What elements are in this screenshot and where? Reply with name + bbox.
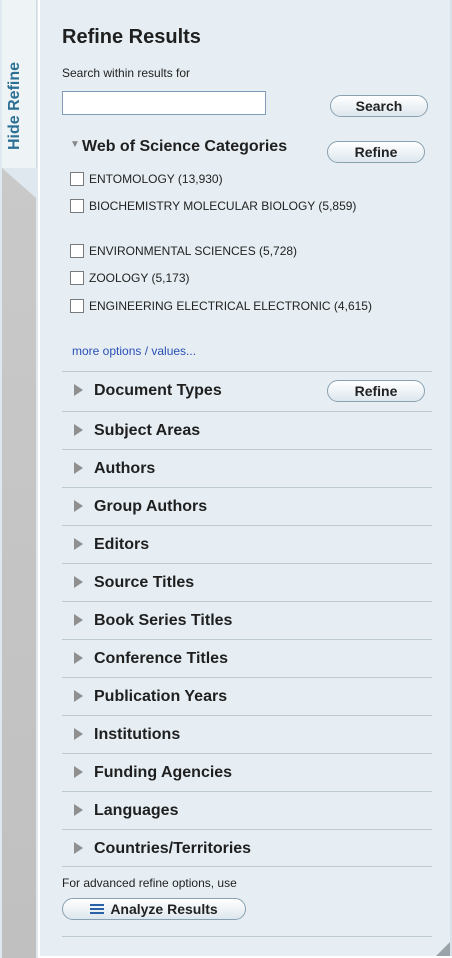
category-item[interactable]: ENTOMOLOGY (13,930): [70, 172, 399, 187]
analyze-results-label: Analyze Results: [110, 901, 218, 917]
document-types-refine-button[interactable]: Refine: [327, 380, 425, 402]
hide-refine-label[interactable]: Hide Refine: [6, 62, 24, 150]
collapsed-triangle-icon: [74, 384, 83, 396]
section-authors[interactable]: Authors: [62, 449, 432, 487]
section-label: Conference Titles: [94, 650, 228, 667]
categories-header[interactable]: Web of Science Categories: [70, 138, 287, 156]
collapsed-triangle-icon: [74, 766, 83, 778]
category-item[interactable]: ZOOLOGY (5,173): [70, 271, 399, 286]
categories-header-label: Web of Science Categories: [82, 138, 288, 155]
section-label: Document Types: [94, 382, 222, 399]
collapsed-triangle-icon: [74, 576, 83, 588]
category-item[interactable]: ENVIRONMENTAL SCIENCES (5,728): [70, 244, 399, 259]
category-item[interactable]: ENGINEERING ELECTRICAL ELECTRONIC (4,615…: [70, 299, 409, 314]
section-funding-agencies[interactable]: Funding Agencies: [62, 753, 432, 791]
section-book-series-titles[interactable]: Book Series Titles: [62, 601, 432, 639]
checkbox[interactable]: [70, 172, 84, 186]
resize-corner-icon[interactable]: [436, 942, 450, 956]
section-label: Publication Years: [94, 688, 228, 705]
category-item-label: ENGINEERING ELECTRICAL ELECTRONIC (4,615…: [89, 299, 372, 313]
hide-refine-tab[interactable]: Hide Refine: [0, 0, 38, 958]
divider: [62, 866, 432, 867]
checkbox[interactable]: [70, 299, 84, 313]
section-languages[interactable]: Languages: [62, 791, 432, 829]
analyze-results-button[interactable]: Analyze Results: [62, 898, 246, 920]
checkbox[interactable]: [70, 244, 84, 258]
category-item-label: ZOOLOGY (5,173): [89, 271, 190, 285]
section-label: Languages: [94, 802, 179, 819]
refine-panel: Refine Results Search within results for…: [40, 0, 452, 956]
section-subject-areas[interactable]: Subject Areas: [62, 411, 432, 449]
section-label: Source Titles: [94, 574, 195, 591]
collapsed-triangle-icon: [74, 614, 83, 626]
section-source-titles[interactable]: Source Titles: [62, 563, 432, 601]
category-item[interactable]: BIOCHEMISTRY MOLECULAR BIOLOGY (5,859): [70, 199, 389, 214]
categories-refine-button[interactable]: Refine: [327, 141, 425, 163]
section-conference-titles[interactable]: Conference Titles: [62, 639, 432, 677]
collapsed-triangle-icon: [74, 728, 83, 740]
section-label: Subject Areas: [94, 422, 201, 439]
collapsed-triangle-icon: [74, 690, 83, 702]
section-label: Institutions: [94, 726, 181, 743]
advanced-refine-text: For advanced refine options, use: [62, 876, 237, 890]
panel-title: Refine Results: [62, 26, 201, 48]
checkbox[interactable]: [70, 199, 84, 213]
collapsed-triangle-icon: [74, 842, 83, 854]
list-icon: [90, 902, 105, 916]
checkbox[interactable]: [70, 271, 84, 285]
collapsed-triangle-icon: [74, 500, 83, 512]
collapsed-triangle-icon: [74, 462, 83, 474]
tab-lower-bg: [2, 168, 36, 958]
category-item-label: ENVIRONMENTAL SCIENCES (5,728): [89, 244, 298, 258]
collapsed-triangle-icon: [74, 652, 83, 664]
category-item-label: BIOCHEMISTRY MOLECULAR BIOLOGY (5,859): [89, 199, 357, 213]
section-label: Countries/Territories: [94, 840, 252, 857]
more-options-link[interactable]: more options / values...: [72, 344, 196, 358]
section-editors[interactable]: Editors: [62, 525, 432, 563]
search-button[interactable]: Search: [330, 95, 428, 117]
collapsed-triangle-icon: [74, 804, 83, 816]
bottom-divider: [62, 936, 432, 937]
section-group-authors[interactable]: Group Authors: [62, 487, 432, 525]
section-label: Group Authors: [94, 498, 208, 515]
section-institutions[interactable]: Institutions: [62, 715, 432, 753]
search-within-input[interactable]: [62, 91, 266, 115]
section-publication-years[interactable]: Publication Years: [62, 677, 432, 715]
section-label: Funding Agencies: [94, 764, 233, 781]
section-countries-territories[interactable]: Countries/Territories: [62, 829, 432, 867]
category-item-label: ENTOMOLOGY (13,930): [89, 172, 223, 186]
section-label: Editors: [94, 536, 150, 553]
collapsed-triangle-icon: [74, 424, 83, 436]
search-within-label: Search within results for: [62, 66, 191, 80]
section-label: Authors: [94, 460, 156, 477]
section-label: Book Series Titles: [94, 612, 233, 629]
collapsed-triangle-icon: [74, 538, 83, 550]
